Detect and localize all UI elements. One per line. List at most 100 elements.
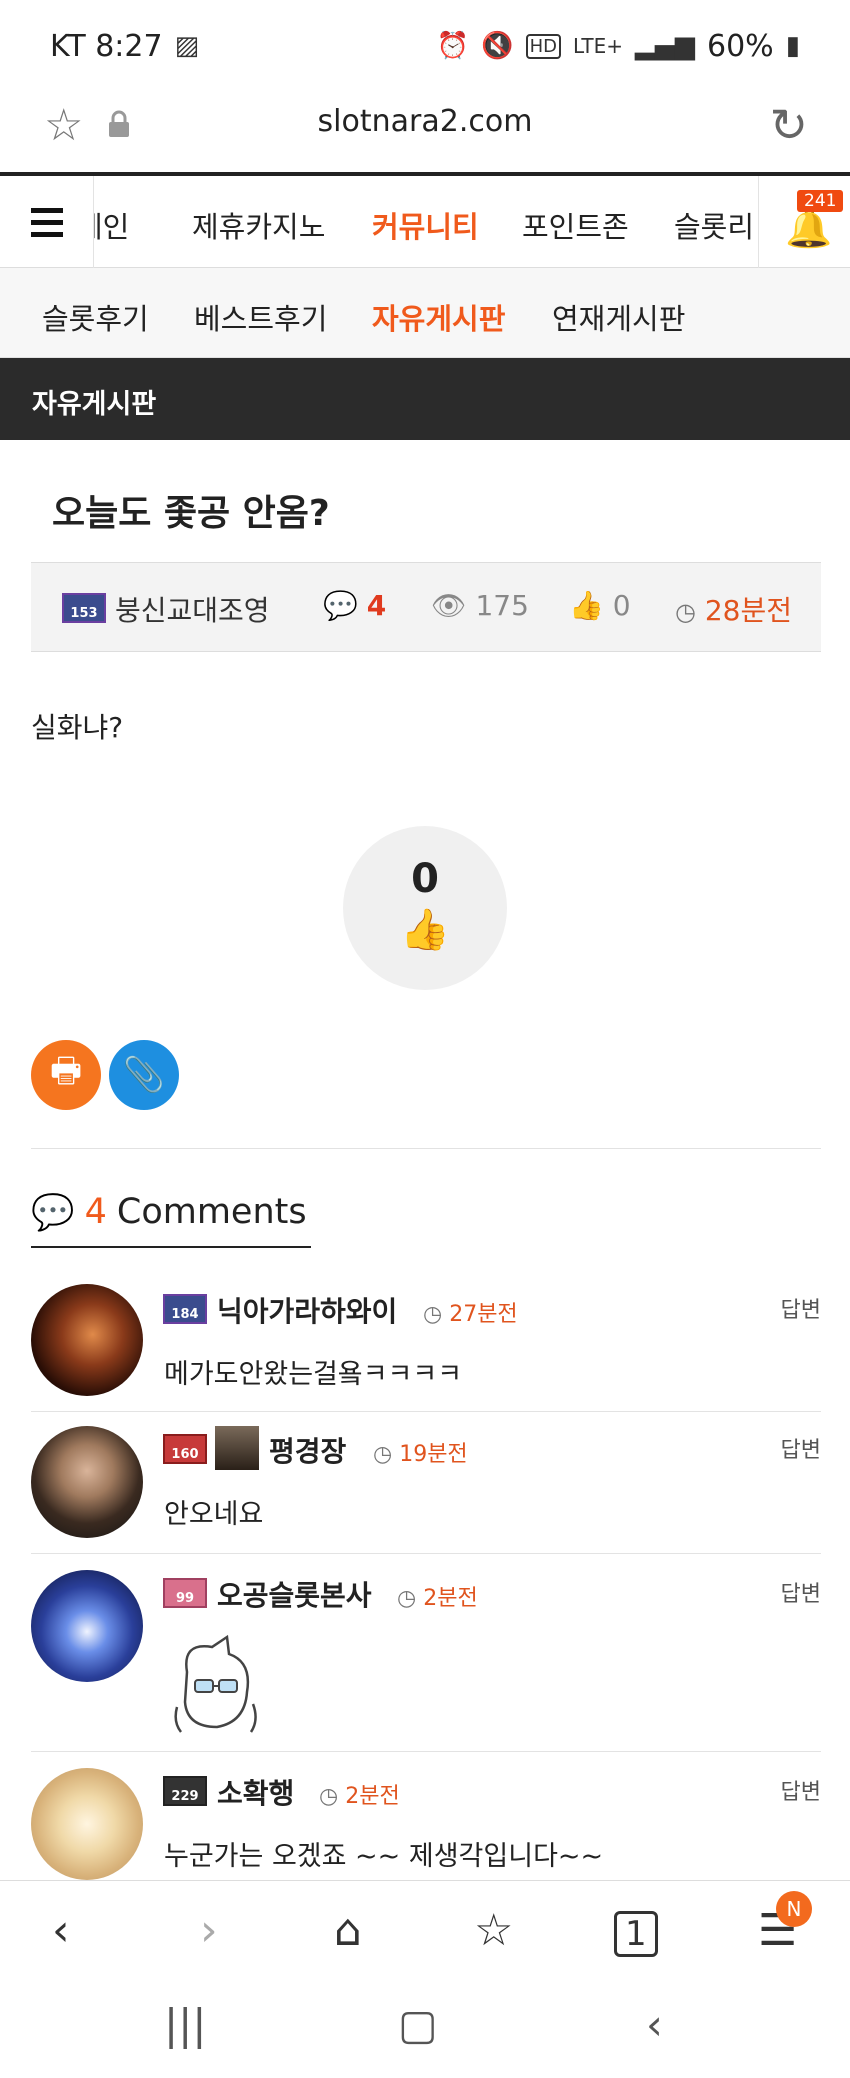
notification-button[interactable]: 🔔 241	[758, 176, 850, 268]
clock-icon: ◷	[423, 1302, 443, 1327]
carrier-time: KT 8:27	[50, 28, 163, 64]
battery-level: 60%	[707, 28, 774, 64]
forward-arrow-icon[interactable]: ›	[200, 1905, 218, 1956]
comments-label: Comments	[116, 1192, 307, 1232]
like-button[interactable]: 0 👍	[343, 826, 507, 990]
subnav-serial-board[interactable]: 연재게시판	[552, 296, 685, 338]
paperclip-icon: 📎	[122, 1055, 166, 1095]
reload-icon[interactable]: ↻	[769, 98, 808, 152]
post-author[interactable]: 붕신교대조영	[115, 589, 270, 629]
divider	[31, 1148, 821, 1149]
clock-icon: ◷	[675, 598, 696, 626]
author-level-badge: 153	[62, 593, 106, 623]
nav-item-main[interactable]: 메인	[94, 204, 129, 246]
bell-icon: 🔔	[785, 206, 833, 250]
thumbs-up-icon: 👍	[569, 589, 604, 622]
sticker-image	[174, 1634, 257, 1733]
mute-icon: 🔇	[481, 31, 514, 61]
url-text[interactable]: slotnara2.com	[0, 104, 850, 139]
board-title: 자유게시판	[32, 389, 157, 420]
level-badge: 229	[163, 1776, 207, 1806]
comments-header: 💬 4 Comments	[31, 1192, 311, 1248]
post-title: 오늘도 좇공 안옴?	[52, 493, 330, 534]
printer-icon: 🖶	[49, 1050, 83, 1091]
like-total: 0	[411, 856, 439, 902]
board-header: 자유게시판	[0, 358, 850, 440]
nav-item-slot[interactable]: 슬롯리	[674, 204, 754, 246]
nav-items-scroller[interactable]: 메인 제휴카지노 커뮤니티 포인트존 슬롯리	[94, 176, 758, 268]
menu-new-badge: N	[776, 1891, 812, 1927]
site-main-nav: 메인 제휴카지노 커뮤니티 포인트존 슬롯리 🔔 241	[0, 172, 850, 268]
comment-text: 누군가는 오겠죠 ~~ 제생각입니다~~	[164, 1841, 604, 1872]
comment-time: ◷ 19분전	[373, 1442, 468, 1467]
comment-item: 184 닉아가라하와이 ◷ 27분전 답변 메가도안왔는걸욬ㅋㅋㅋㅋ	[31, 1282, 821, 1412]
comment-time: ◷ 2분전	[319, 1784, 400, 1809]
subnav-free-board[interactable]: 자유게시판	[372, 296, 505, 338]
status-bar: KT 8:27 ▨ ⏰ 🔇 HD LTE+ ▂▄▆ 60% ▮	[0, 0, 850, 92]
comment-item: 229 소확행 ◷ 2분전 답변 누군가는 오겠죠 ~~ 제생각입니다~~	[31, 1752, 821, 1880]
home-button-icon[interactable]: ▢	[398, 2000, 438, 2049]
nav-item-partner-casino[interactable]: 제휴카지노	[192, 204, 325, 246]
alarm-icon: ⏰	[436, 31, 470, 61]
comment-count: 💬 4	[323, 589, 387, 622]
user-icon-image	[215, 1426, 259, 1470]
tabs-icon[interactable]: 1	[614, 1911, 658, 1957]
subnav-slot-review[interactable]: 슬롯후기	[42, 296, 149, 338]
bookmarks-star-icon[interactable]: ☆	[474, 1905, 513, 1956]
comment-author[interactable]: 닉아가라하와이	[217, 1290, 397, 1330]
nav-item-community[interactable]: 커뮤니티	[372, 204, 479, 246]
system-nav-bar: ||| ▢ ‹	[0, 1980, 850, 2078]
comment-author[interactable]: 소확행	[217, 1772, 294, 1812]
comment-item: 160 평경장 ◷ 19분전 답변 안오네요	[31, 1412, 821, 1554]
clock-icon: ◷	[319, 1784, 339, 1809]
back-arrow-icon[interactable]: ‹	[52, 1905, 70, 1956]
reply-button[interactable]: 답변	[781, 1292, 821, 1324]
system-back-icon[interactable]: ‹	[646, 2000, 663, 2049]
comments-icon: 💬	[31, 1193, 75, 1233]
comment-text: 안오네요	[164, 1499, 264, 1530]
recent-apps-icon[interactable]: |||	[164, 2000, 206, 2049]
level-badge: 160	[163, 1434, 207, 1464]
reply-button[interactable]: 답변	[781, 1576, 821, 1608]
comment-time: ◷ 2분전	[397, 1586, 478, 1611]
battery-icon: ▮	[785, 31, 800, 61]
home-icon[interactable]: ⌂	[334, 1905, 362, 1956]
comment-text: 메가도안왔는걸욬ㅋㅋㅋㅋ	[164, 1359, 463, 1390]
thumbs-up-icon: 👍	[400, 907, 450, 953]
clock-icon: ◷	[397, 1586, 417, 1611]
comment-bubble-icon: 💬	[323, 589, 358, 622]
subnav-best-review[interactable]: 베스트후기	[194, 296, 327, 338]
sub-nav: 슬롯후기 베스트후기 자유게시판 연재게시판	[0, 268, 850, 358]
reply-button[interactable]: 답변	[781, 1432, 821, 1464]
avatar[interactable]	[31, 1768, 143, 1880]
view-count: 👁 175	[431, 589, 529, 622]
print-button[interactable]: 🖶	[31, 1040, 101, 1110]
browser-bottom-bar: ‹ › ⌂ ☆ 1 ☰ N	[0, 1880, 850, 1980]
post-meta-bar: 153 붕신교대조영 💬 4 👁 175 👍 0 ◷ 28분전	[31, 562, 821, 652]
level-badge: 99	[163, 1578, 207, 1608]
network-label: LTE+	[573, 34, 623, 58]
nav-item-point-zone[interactable]: 포인트존	[522, 204, 629, 246]
comment-time: ◷ 27분전	[423, 1302, 518, 1327]
comment-item: 99 오공슬롯본사 ◷ 2분전 답변	[31, 1554, 821, 1752]
hd-icon: HD	[525, 33, 561, 59]
comments-count: 4	[84, 1192, 107, 1232]
browser-url-bar: ☆ slotnara2.com ↻	[0, 92, 850, 172]
reply-button[interactable]: 답변	[781, 1774, 821, 1806]
comment-author[interactable]: 오공슬롯본사	[217, 1574, 372, 1614]
avatar[interactable]	[31, 1284, 143, 1396]
screenshot-icon: ▨	[174, 31, 200, 61]
post-body: 실화냐?	[31, 711, 124, 744]
comment-author[interactable]: 평경장	[269, 1430, 346, 1470]
clock-icon: ◷	[373, 1442, 393, 1467]
like-count: 👍 0	[569, 589, 631, 622]
avatar[interactable]	[31, 1570, 143, 1682]
level-badge: 184	[163, 1294, 207, 1324]
signal-icon: ▂▄▆	[635, 31, 695, 61]
copy-link-button[interactable]: 📎	[109, 1040, 179, 1110]
eye-icon: 👁	[431, 589, 467, 622]
post-time: ◷ 28분전	[675, 594, 793, 627]
avatar[interactable]	[31, 1426, 143, 1538]
menu-hamburger-icon[interactable]	[0, 176, 94, 268]
notification-badge: 241	[797, 190, 844, 212]
